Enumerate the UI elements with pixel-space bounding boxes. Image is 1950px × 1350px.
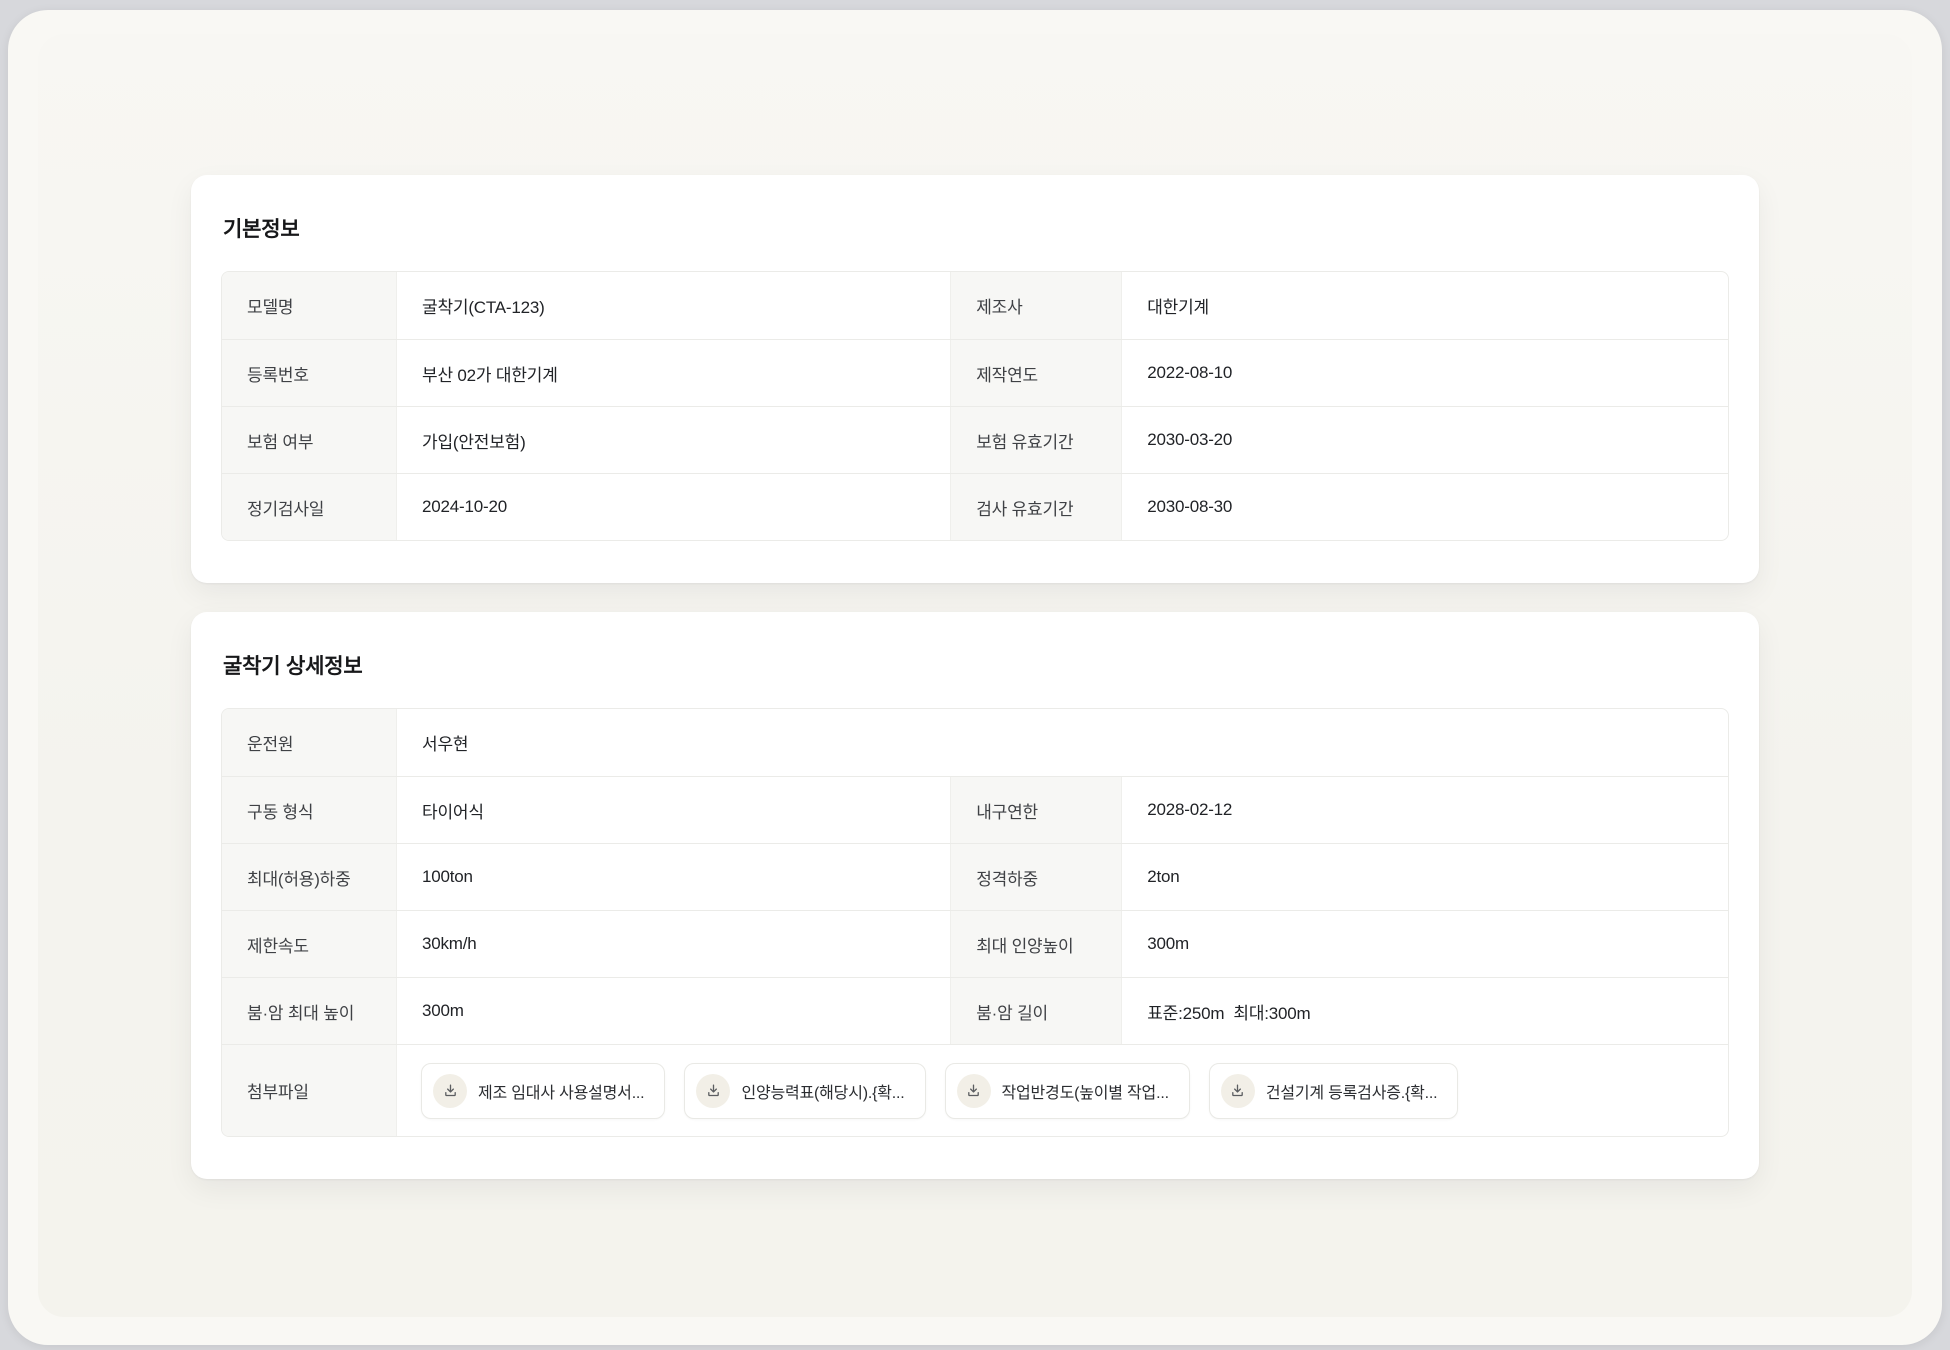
- field-label: 보험 여부: [222, 407, 397, 473]
- field-label: 모델명: [222, 272, 397, 339]
- table-row: 붐·암 최대 높이 300m 붐·암 길이 표준:250m 최대:300m: [222, 977, 1728, 1044]
- field-label: 제한속도: [222, 911, 397, 977]
- field-label: 내구연한: [950, 777, 1123, 843]
- field-value: 2030-03-20: [1147, 430, 1233, 449]
- field-value: 100ton: [422, 867, 473, 886]
- table-row-attachments: 첨부파일 제조 임대사 사용설명서... 인양능력표(해당시).{확... 작업…: [222, 1044, 1728, 1136]
- download-icon: [433, 1073, 467, 1108]
- field-label: 보험 유효기간: [950, 407, 1123, 473]
- field-value: 30km/h: [422, 934, 477, 953]
- field-label: 정기검사일: [222, 474, 397, 540]
- field-value: 대한기계: [1147, 298, 1209, 317]
- excavator-detail-card: 굴착기 상세정보 운전원 서우현 구동 형식 타이어식 내구연한 2028-02…: [191, 612, 1759, 1179]
- field-label: 제작연도: [950, 340, 1123, 406]
- field-label: 붐·암 최대 높이: [222, 978, 397, 1044]
- field-label: 제조사: [950, 272, 1123, 339]
- basic-info-title: 기본정보: [223, 218, 300, 241]
- field-value: 가입(안전보험): [422, 432, 526, 452]
- field-label: 정격하중: [950, 844, 1123, 910]
- download-icon: [1220, 1073, 1255, 1108]
- field-value: 표준:250m 최대:300m: [1147, 1003, 1311, 1023]
- field-label: 구동 형식: [222, 777, 397, 843]
- field-value: 타이어식: [422, 802, 484, 822]
- attachment-file-name: 건설기계 등록검사증.{확...: [1265, 1084, 1438, 1102]
- table-row-operator: 운전원 서우현: [222, 709, 1728, 776]
- field-value: 300m: [422, 1001, 464, 1020]
- excavator-detail-table: 운전원 서우현 구동 형식 타이어식 내구연한 2028-02-12 최대(허용…: [221, 708, 1729, 1137]
- attachment-file-button[interactable]: 작업반경도(높이별 작업...: [944, 1062, 1190, 1119]
- field-value: 부산 02가 대한기계: [422, 365, 558, 385]
- field-value: 300m: [1147, 934, 1189, 953]
- table-row: 구동 형식 타이어식 내구연한 2028-02-12: [222, 776, 1728, 843]
- download-icon: [956, 1073, 991, 1108]
- field-label: 첨부파일: [222, 1045, 397, 1136]
- basic-info-table: 모델명 굴착기(CTA-123) 제조사 대한기계 등록번호 부산 02가 대한…: [221, 271, 1729, 541]
- field-value: 2ton: [1147, 867, 1180, 886]
- table-row: 최대(허용)하중 100ton 정격하중 2ton: [222, 843, 1728, 910]
- field-value: 2022-08-10: [1147, 363, 1233, 382]
- main-content: 기본정보 모델명 굴착기(CTA-123) 제조사 대한기계 등록번호 부산 0…: [191, 175, 1759, 1179]
- attachment-file-button[interactable]: 인양능력표(해당시).{확...: [684, 1062, 926, 1119]
- attachment-buttons: 제조 임대사 사용설명서... 인양능력표(해당시).{확... 작업반경도(높…: [397, 1045, 1728, 1136]
- field-value: 2028-02-12: [1147, 800, 1233, 819]
- field-label: 최대(허용)하중: [222, 844, 397, 910]
- excavator-detail-title: 굴착기 상세정보: [223, 655, 363, 678]
- field-label: 등록번호: [222, 340, 397, 406]
- attachment-file-name: 인양능력표(해당시).{확...: [741, 1084, 905, 1102]
- download-icon: [696, 1073, 731, 1108]
- field-value: 2024-10-20: [422, 497, 507, 516]
- table-row: 등록번호 부산 02가 대한기계 제작연도 2022-08-10: [222, 339, 1728, 406]
- field-value: 굴착기(CTA-123): [422, 298, 545, 317]
- attachment-file-button[interactable]: 제조 임대사 사용설명서...: [421, 1062, 666, 1119]
- table-row: 정기검사일 2024-10-20 검사 유효기간 2030-08-30: [222, 473, 1728, 540]
- attachment-file-name: 작업반경도(높이별 작업...: [1001, 1084, 1170, 1102]
- field-label: 운전원: [222, 709, 397, 776]
- attachment-file-name: 제조 임대사 사용설명서...: [478, 1084, 645, 1102]
- table-row: 제한속도 30km/h 최대 인양높이 300m: [222, 910, 1728, 977]
- table-row: 보험 여부 가입(안전보험) 보험 유효기간 2030-03-20: [222, 406, 1728, 473]
- field-label: 최대 인양높이: [950, 911, 1123, 977]
- table-row: 모델명 굴착기(CTA-123) 제조사 대한기계: [222, 272, 1728, 339]
- field-label: 붐·암 길이: [950, 978, 1123, 1044]
- field-value: 2030-08-30: [1147, 497, 1233, 516]
- attachment-file-button[interactable]: 건설기계 등록검사증.{확...: [1208, 1062, 1459, 1119]
- field-label: 검사 유효기간: [950, 474, 1123, 540]
- basic-info-card: 기본정보 모델명 굴착기(CTA-123) 제조사 대한기계 등록번호 부산 0…: [191, 175, 1759, 583]
- field-value: 서우현: [422, 735, 469, 754]
